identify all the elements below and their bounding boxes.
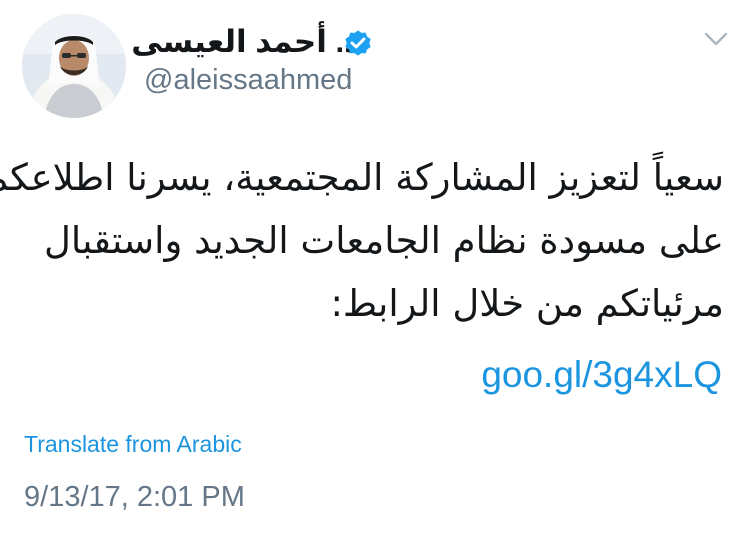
tweet-link[interactable]: goo.gl/3g4xLQ <box>481 351 722 399</box>
tweet-text-line: مرئياتكم من خلال الرابط: <box>330 282 724 325</box>
verified-badge-icon <box>345 30 371 56</box>
avatar-photo <box>22 14 126 118</box>
translate-link[interactable]: Translate from Arabic <box>24 429 242 459</box>
timestamp[interactable]: 9/13/17, 2:01 PM <box>24 479 245 515</box>
tweet-text-line: على مسودة نظام الجامعات الجديد واستقبال <box>43 219 724 262</box>
tweet-text: سعياً لتعزيز المشاركة المجتمعية، يسرنا ا… <box>0 146 724 335</box>
display-name[interactable]: د. أحمد العيسى <box>131 22 360 62</box>
tweet-text-line: سعياً لتعزيز المشاركة المجتمعية، يسرنا ا… <box>0 156 724 199</box>
user-handle[interactable]: @aleissaahmed <box>144 63 352 97</box>
avatar[interactable] <box>22 14 126 118</box>
chevron-down-icon[interactable] <box>703 30 729 48</box>
tweet-card: د. أحمد العيسى @aleissaahmed سعياً لتعزي… <box>0 0 750 540</box>
